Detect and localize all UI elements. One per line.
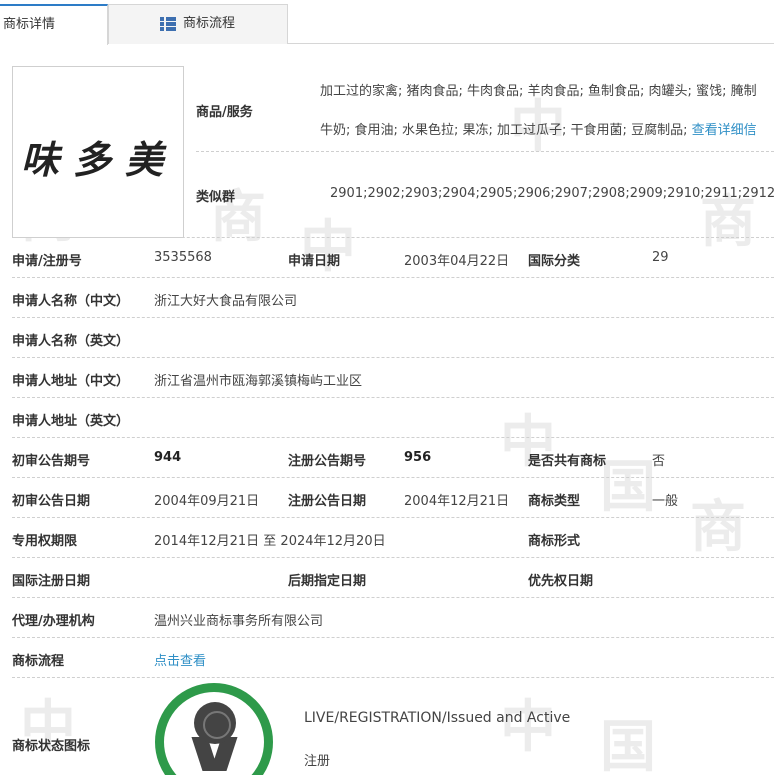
watermark-glyph: 中 xyxy=(500,695,556,760)
trademark-logo-text: 味多美 xyxy=(21,137,178,182)
goods-services-line-1: 加工过的家禽; 猪肉食品; 牛肉食品; 羊肉食品; 鱼制食品; 肉罐头; 蜜饯;… xyxy=(320,84,757,99)
divider xyxy=(12,597,774,598)
status-icon-label: 商标状态图标 xyxy=(12,739,91,754)
reg-no-label: 申请/注册号 xyxy=(12,254,82,269)
goods-services-line-2: 牛奶; 食用油; 水果色拉; 果冻; 加工过瓜子; 干食用菌; 豆腐制品; 查看… xyxy=(320,119,757,138)
shared-value: 否 xyxy=(652,454,666,469)
address-en-label: 申请人地址（英文） xyxy=(12,414,130,429)
divider xyxy=(12,557,774,558)
reg-issue-value: 956 xyxy=(404,450,432,465)
prelim-date-label: 初审公告日期 xyxy=(12,494,91,509)
tab-label: 商标详情 xyxy=(3,17,56,32)
trademark-image: 味多美 xyxy=(12,66,184,238)
prelim-issue-label: 初审公告期号 xyxy=(12,454,91,469)
intl-class-label: 国际分类 xyxy=(528,254,581,269)
reg-date-label: 注册公告日期 xyxy=(288,494,367,509)
mark-form-label: 商标形式 xyxy=(528,534,581,549)
process-label: 商标流程 xyxy=(12,654,65,669)
intl-class-value: 29 xyxy=(652,250,669,265)
apply-date-value: 2003年04月22日 xyxy=(404,254,510,269)
tab-label: 商标流程 xyxy=(183,16,236,31)
applicant-cn-label: 申请人名称（中文） xyxy=(12,294,130,309)
goods-services-text: 牛奶; 食用油; 水果色拉; 果冻; 加工过瓜子; 干食用菌; 豆腐制品; xyxy=(320,123,688,138)
divider xyxy=(12,397,774,398)
agent-label: 代理/办理机构 xyxy=(12,614,95,629)
goods-services-label: 商品/服务 xyxy=(196,105,253,120)
address-cn-label: 申请人地址（中文） xyxy=(12,374,130,389)
divider xyxy=(12,517,774,518)
later-designation-label: 后期指定日期 xyxy=(288,574,367,589)
reg-no-value: 3535568 xyxy=(154,250,212,265)
reg-issue-label: 注册公告期号 xyxy=(288,454,367,469)
divider xyxy=(12,477,774,478)
divider xyxy=(12,317,774,318)
list-icon xyxy=(160,17,176,31)
applicant-en-label: 申请人名称（英文） xyxy=(12,334,130,349)
prelim-issue-value: 944 xyxy=(154,450,182,465)
divider xyxy=(12,357,774,358)
priority-date-label: 优先权日期 xyxy=(528,574,594,589)
apply-date-label: 申请日期 xyxy=(288,254,341,269)
watermark-glyph: 商 xyxy=(690,495,746,560)
medal-icon xyxy=(194,702,236,744)
status-cn: 注册 xyxy=(304,754,331,769)
status-badge xyxy=(155,683,273,775)
divider xyxy=(12,437,774,438)
term-value: 2014年12月21日 至 2024年12月20日 xyxy=(154,534,386,549)
tab-trademark-details[interactable]: 商标详情 xyxy=(0,4,108,45)
watermark-glyph: 国 xyxy=(600,455,656,520)
watermark-glyph: 国 xyxy=(600,715,656,775)
tab-trademark-process[interactable]: 商标流程 xyxy=(108,4,288,44)
divider xyxy=(12,637,774,638)
divider xyxy=(12,277,774,278)
applicant-cn-value: 浙江大好大食品有限公司 xyxy=(154,294,298,309)
reg-date-value: 2004年12月21日 xyxy=(404,494,510,509)
shared-label: 是否共有商标 xyxy=(528,454,607,469)
watermark-glyph: 商 xyxy=(700,190,756,255)
status-en: LIVE/REGISTRATION/Issued and Active xyxy=(304,710,571,726)
divider xyxy=(12,677,774,678)
tab-bar: 商标详情 商标流程 xyxy=(0,0,774,45)
divider xyxy=(196,151,774,152)
agent-value: 温州兴业商标事务所有限公司 xyxy=(154,614,324,629)
mark-type-value: 一般 xyxy=(652,494,679,509)
similar-groups-label: 类似群 xyxy=(196,190,236,205)
term-label: 专用权期限 xyxy=(12,534,78,549)
intl-reg-date-label: 国际注册日期 xyxy=(12,574,91,589)
address-cn-value: 浙江省温州市瓯海郭溪镇梅屿工业区 xyxy=(154,374,363,389)
view-details-link[interactable]: 查看详细信 xyxy=(692,123,757,138)
prelim-date-value: 2004年09月21日 xyxy=(154,494,260,509)
mark-type-label: 商标类型 xyxy=(528,494,581,509)
view-process-link[interactable]: 点击查看 xyxy=(154,650,206,669)
similar-groups-value: 2901;2902;2903;2904;2905;2906;2907;2908;… xyxy=(330,186,774,201)
